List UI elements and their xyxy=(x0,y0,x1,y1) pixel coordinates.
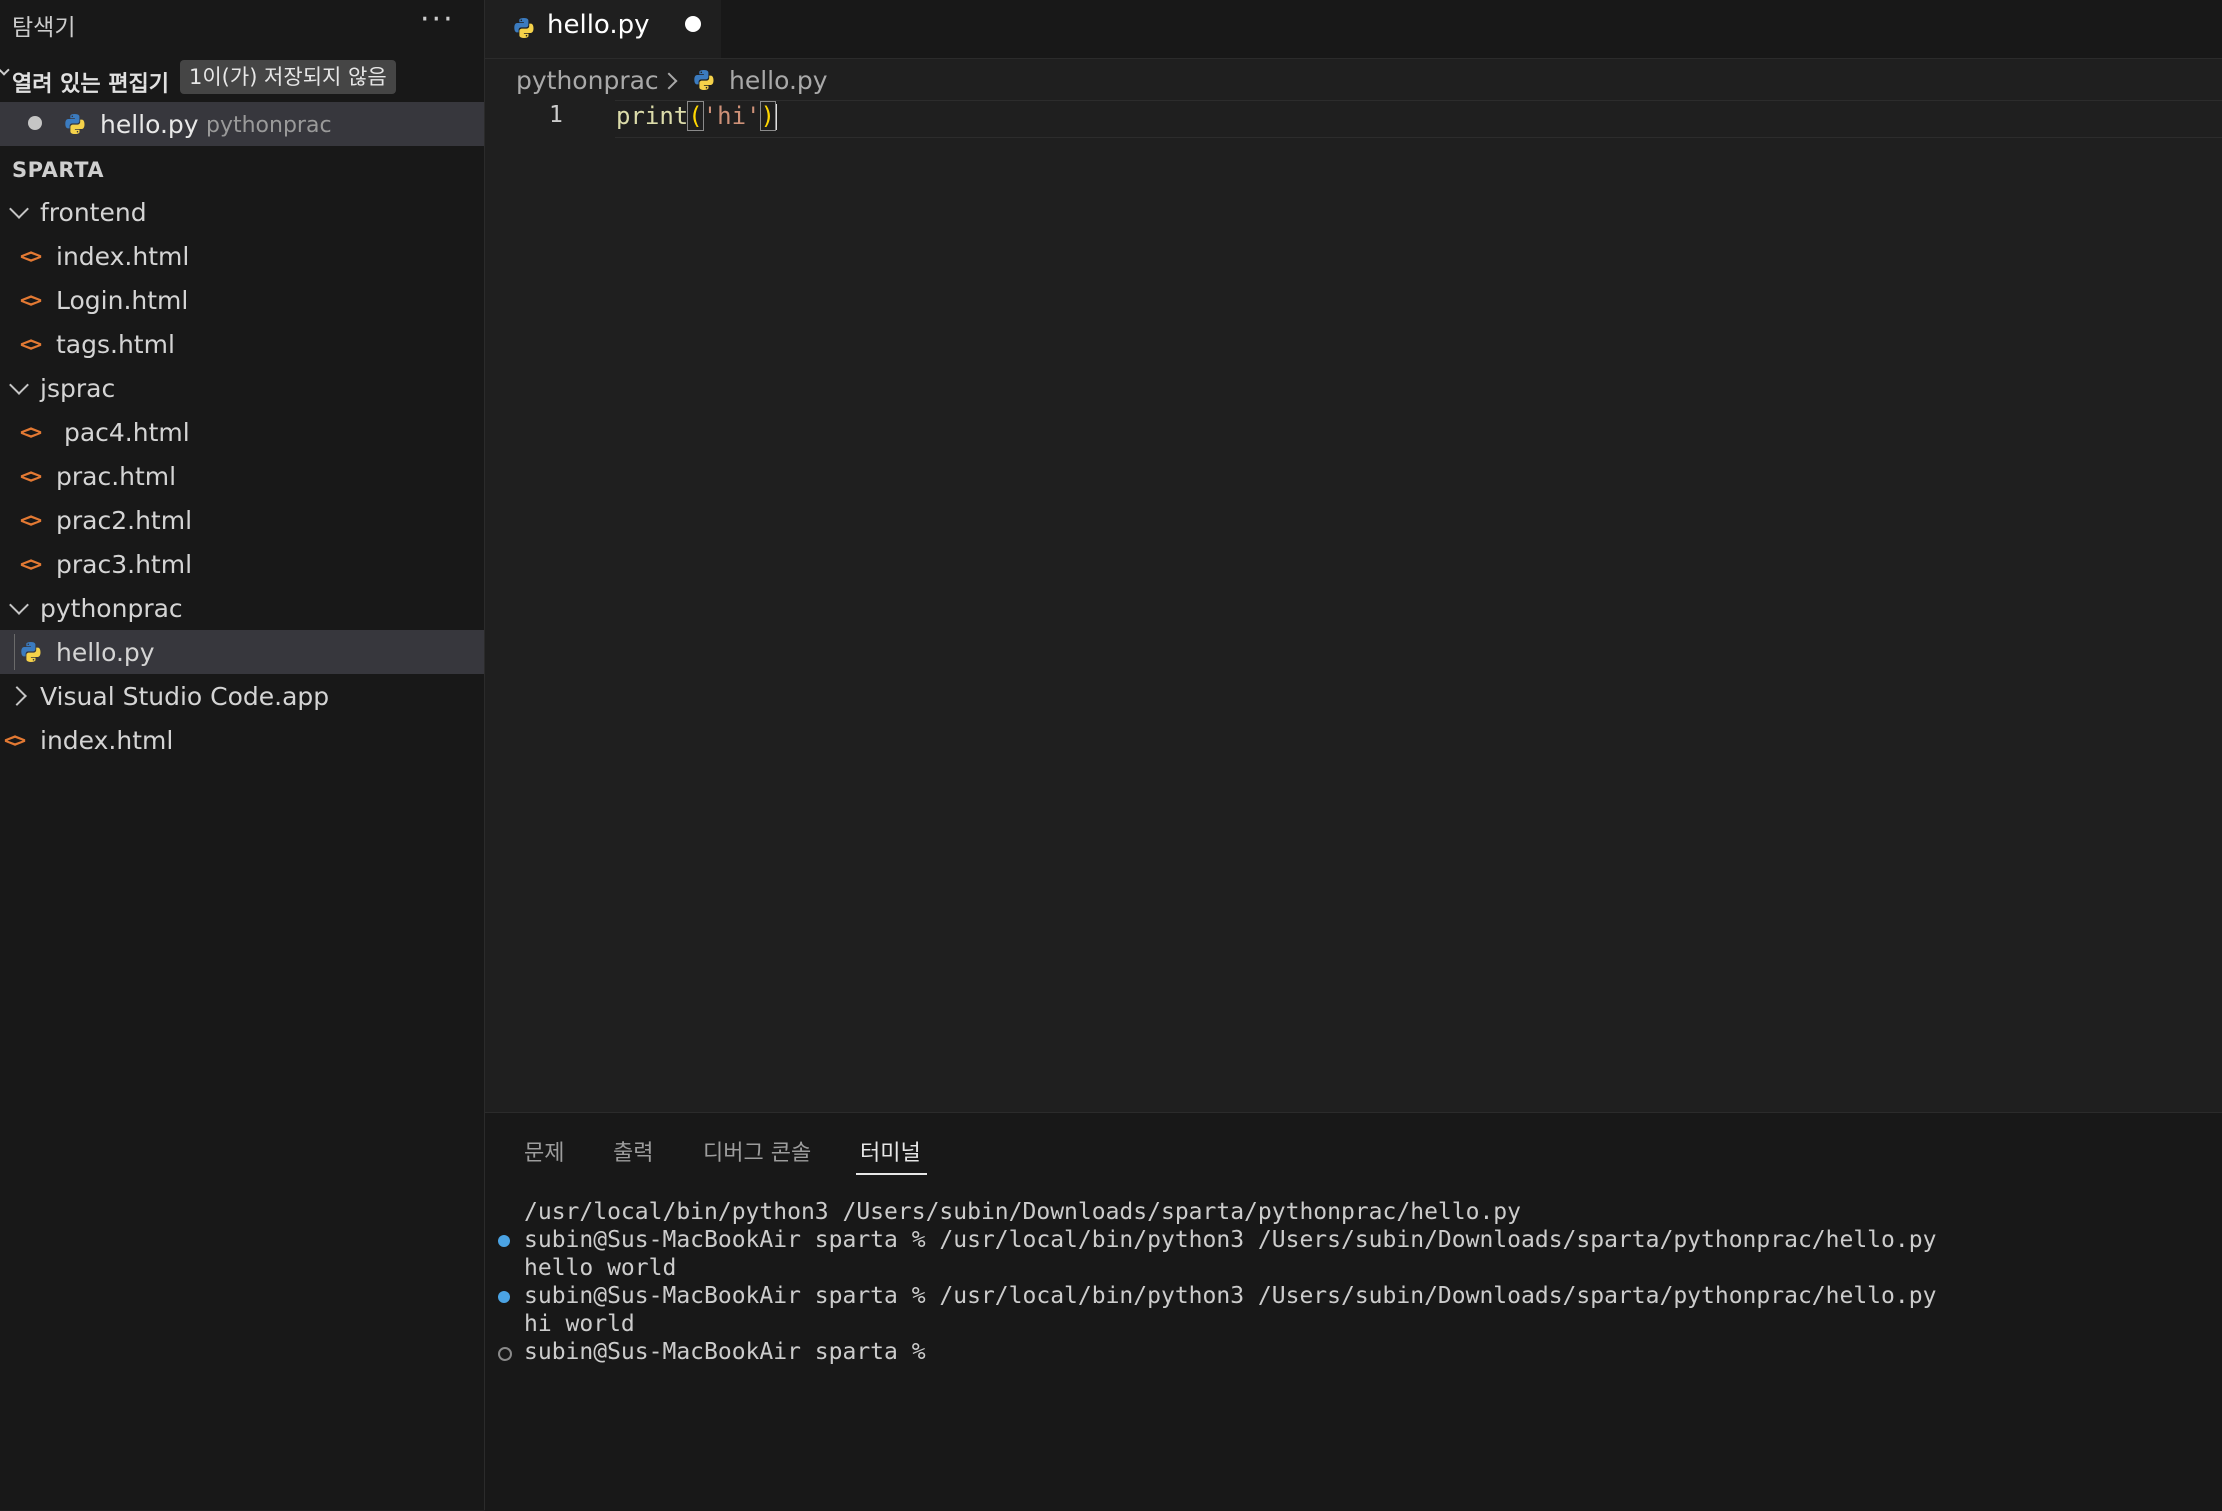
code-string: 'hi' xyxy=(702,102,761,130)
tree-item-label: jsprac xyxy=(40,374,116,403)
html-file-icon: <> xyxy=(20,420,42,444)
more-actions-icon[interactable]: ··· xyxy=(420,2,455,37)
open-editor-file-folder: pythonprac xyxy=(206,113,332,138)
command-pending-icon[interactable] xyxy=(498,1347,512,1361)
html-file-icon: <> xyxy=(20,552,42,576)
html-file-icon: <> xyxy=(20,288,42,312)
editor-tab-bar: hello.py xyxy=(485,0,2222,59)
tree-item-label: hello.py xyxy=(56,638,155,667)
line-number: 1 xyxy=(549,102,563,128)
code-function: print xyxy=(616,102,689,130)
tree-file-prac2-html[interactable]: <> prac2.html xyxy=(0,498,484,542)
tree-item-label: index.html xyxy=(56,242,190,271)
html-file-icon: <> xyxy=(20,332,42,356)
html-file-icon: <> xyxy=(4,728,26,752)
text-cursor xyxy=(774,104,777,130)
tree-file-hello-py[interactable]: hello.py xyxy=(0,630,484,674)
chevron-down-icon xyxy=(9,199,29,219)
workspace-header[interactable]: SPARTA xyxy=(12,158,104,182)
unsaved-dot-icon[interactable] xyxy=(28,116,42,130)
terminal-line: hi world xyxy=(524,1311,635,1337)
breadcrumb: pythonprac hello.py xyxy=(485,60,2222,100)
code-bracket-close: ) xyxy=(759,101,776,131)
tree-folder-pythonprac[interactable]: pythonprac xyxy=(0,586,484,630)
breadcrumb-file[interactable]: hello.py xyxy=(729,66,828,95)
unsaved-dot-icon[interactable] xyxy=(685,16,701,32)
tree-item-label: index.html xyxy=(40,726,174,755)
tree-folder-frontend[interactable]: frontend xyxy=(0,190,484,234)
python-file-icon xyxy=(514,18,534,38)
active-tab-indicator xyxy=(856,1173,927,1175)
code-bracket-open: ( xyxy=(687,101,704,131)
breadcrumb-folder[interactable]: pythonprac xyxy=(516,66,659,95)
explorer-title: 탐색기 xyxy=(12,15,76,41)
command-success-icon[interactable] xyxy=(498,1291,510,1303)
tree-item-label: pac4.html xyxy=(56,418,190,447)
code-editor[interactable]: 1 print('hi') xyxy=(485,100,2222,1110)
tree-folder-vscode-app[interactable]: Visual Studio Code.app xyxy=(0,674,484,718)
chevron-right-icon xyxy=(660,72,678,90)
chevron-down-icon xyxy=(9,375,29,395)
current-line-highlight xyxy=(615,100,2222,138)
html-file-icon: <> xyxy=(20,464,42,488)
html-file-icon: <> xyxy=(20,508,42,532)
tree-file-prac-html[interactable]: <> prac.html xyxy=(0,454,484,498)
python-file-icon xyxy=(694,70,714,90)
code-line[interactable]: print('hi') xyxy=(616,101,777,131)
tree-file-prac3-html[interactable]: <> prac3.html xyxy=(0,542,484,586)
panel-tab-terminal[interactable]: 터미널 xyxy=(860,1135,921,1167)
html-file-icon: <> xyxy=(20,244,42,268)
terminal-line: /usr/local/bin/python3 /Users/subin/Down… xyxy=(524,1199,1521,1225)
chevron-down-icon xyxy=(9,595,29,615)
tree-item-label: prac2.html xyxy=(56,506,193,535)
tree-item-label: frontend xyxy=(40,198,147,227)
terminal-line: subin@Sus-MacBookAir sparta % /usr/local… xyxy=(524,1227,1937,1253)
chevron-right-icon xyxy=(7,686,27,706)
panel-tab-output[interactable]: 출력 xyxy=(613,1135,653,1167)
open-editors-title: 열려 있는 편집기 xyxy=(12,72,169,97)
tree-item-label: tags.html xyxy=(56,330,175,359)
tree-item-label: Visual Studio Code.app xyxy=(40,682,330,711)
tab-label: hello.py xyxy=(547,10,650,40)
open-editors-header[interactable]: 열려 있는 편집기 1이(가) 저장되지 않음 xyxy=(0,60,484,100)
explorer-sidebar: 탐색기 ··· 열려 있는 편집기 1이(가) 저장되지 않음 hello.py… xyxy=(0,0,485,1510)
panel-tab-debug-console[interactable]: 디버그 콘솔 xyxy=(703,1135,811,1167)
open-editor-item-hello-py[interactable]: hello.py pythonprac xyxy=(0,102,484,146)
tree-file-index-html[interactable]: <> index.html xyxy=(0,234,484,278)
open-editor-file-name: hello.py xyxy=(100,110,199,139)
tree-file-root-index-html[interactable]: <> index.html xyxy=(0,718,484,762)
tree-file-pac4-html[interactable]: <> pac4.html xyxy=(0,410,484,454)
tree-folder-jsprac[interactable]: jsprac xyxy=(0,366,484,410)
python-file-icon xyxy=(65,114,85,134)
tree-item-label: prac3.html xyxy=(56,550,193,579)
tree-item-label: Login.html xyxy=(56,286,189,315)
bottom-panel: 문제 출력 디버그 콘솔 터미널 /usr/local/bin/python3 … xyxy=(485,1112,2222,1511)
terminal-prompt[interactable]: subin@Sus-MacBookAir sparta % xyxy=(524,1339,926,1365)
panel-tab-problems[interactable]: 문제 xyxy=(524,1135,564,1167)
tab-hello-py[interactable]: hello.py xyxy=(485,0,721,58)
tree-file-login-html[interactable]: <> Login.html xyxy=(0,278,484,322)
indent-guide xyxy=(14,634,15,670)
terminal-line: subin@Sus-MacBookAir sparta % /usr/local… xyxy=(524,1283,1937,1309)
unsaved-count-badge: 1이(가) 저장되지 않음 xyxy=(180,60,396,94)
tree-item-label: pythonprac xyxy=(40,594,183,623)
tree-item-label: prac.html xyxy=(56,462,177,491)
tree-file-tags-html[interactable]: <> tags.html xyxy=(0,322,484,366)
python-file-icon xyxy=(21,642,41,662)
terminal-line: hello world xyxy=(524,1255,677,1281)
chevron-down-icon xyxy=(0,64,10,76)
command-success-icon[interactable] xyxy=(498,1235,510,1247)
